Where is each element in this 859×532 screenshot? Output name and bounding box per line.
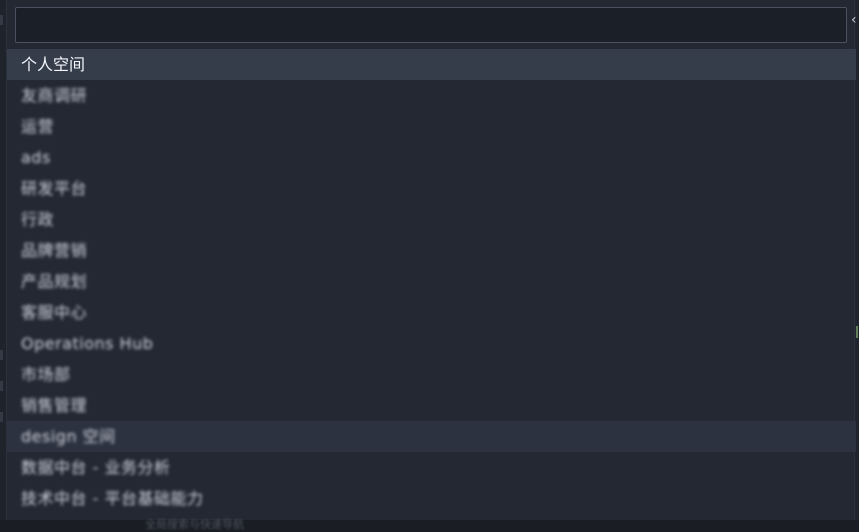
- workspace-item[interactable]: 个人空间: [7, 49, 856, 80]
- scroll-indicator: [856, 326, 858, 338]
- workspace-item-label: 产品规划: [21, 272, 88, 291]
- workspace-item-label: 销售管理: [21, 396, 88, 415]
- workspace-item-label: 品牌营销: [21, 241, 88, 260]
- workspace-item-label: Operations Hub: [21, 334, 154, 353]
- workspace-list: 个人空间 友商调研 运营 ads 研发平台 行政 品牌营销 产品规划 客服中心 …: [7, 49, 856, 514]
- chevron-left-icon[interactable]: ‹: [851, 13, 859, 27]
- workspace-item[interactable]: 友商调研: [7, 80, 856, 111]
- workspace-switcher-screen: 个人空间 友商调研 运营 ads 研发平台 行政 品牌营销 产品规划 客服中心 …: [0, 0, 859, 532]
- background-marker: [0, 381, 3, 391]
- search-box[interactable]: [15, 7, 847, 43]
- workspace-item[interactable]: 数据中台 - 业务分析: [7, 452, 856, 483]
- workspace-item[interactable]: Operations Hub: [7, 328, 856, 359]
- workspace-item-label: design 空间: [21, 427, 116, 446]
- workspace-item-label: 运营: [21, 117, 55, 136]
- workspace-item-label: ads: [21, 148, 51, 167]
- workspace-item[interactable]: 运营: [7, 111, 856, 142]
- workspace-item[interactable]: 品牌营销: [7, 235, 856, 266]
- workspace-search-input[interactable]: [16, 8, 846, 42]
- background-marker: [0, 412, 3, 422]
- bottom-bar: [0, 520, 859, 532]
- workspace-item-label: 研发平台: [21, 179, 88, 198]
- workspace-item[interactable]: 产品规划: [7, 266, 856, 297]
- workspace-item[interactable]: 技术中台 - 平台基础能力: [7, 483, 856, 514]
- workspace-item[interactable]: 行政: [7, 204, 856, 235]
- workspace-item-label: 市场部: [21, 365, 71, 384]
- workspace-item[interactable]: 客服中心: [7, 297, 856, 328]
- workspace-item-label: 友商调研: [21, 86, 88, 105]
- workspace-item[interactable]: ads: [7, 142, 856, 173]
- workspace-item[interactable]: 销售管理: [7, 390, 856, 421]
- workspace-dropdown: 个人空间 友商调研 运营 ads 研发平台 行政 品牌营销 产品规划 客服中心 …: [6, 0, 856, 520]
- workspace-item-label: 技术中台 - 平台基础能力: [21, 489, 204, 508]
- workspace-item-label: 行政: [21, 210, 55, 229]
- background-marker: [0, 350, 3, 360]
- workspace-item[interactable]: 市场部: [7, 359, 856, 390]
- bottom-hint: 全局搜索与快速导航: [145, 518, 244, 531]
- workspace-item[interactable]: 研发平台: [7, 173, 856, 204]
- background-marker: [0, 15, 3, 25]
- workspace-item[interactable]: design 空间: [7, 421, 856, 452]
- workspace-item-label: 个人空间: [21, 55, 86, 74]
- workspace-item-label: 数据中台 - 业务分析: [21, 458, 171, 477]
- workspace-item-label: 客服中心: [21, 303, 88, 322]
